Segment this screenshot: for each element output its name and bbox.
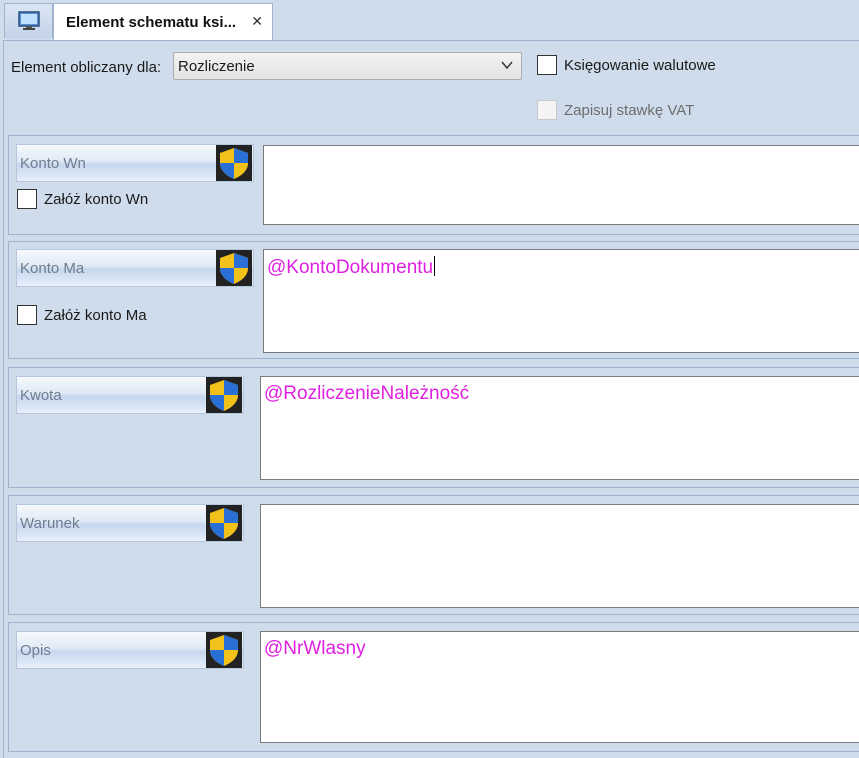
- computed-for-label: Element obliczany dla:: [11, 59, 162, 76]
- kwota-expression-text: @RozliczenieNależność: [264, 383, 470, 404]
- kwota-expression[interactable]: @RozliczenieNależność: [260, 376, 859, 480]
- tab-title: Element schematu ksi...: [66, 13, 237, 31]
- tab-element-schematu[interactable]: Element schematu ksi... ✕: [53, 3, 273, 40]
- currency-posting-checkbox[interactable]: [537, 55, 557, 75]
- shield-icon: [206, 505, 242, 541]
- shield-icon: [216, 145, 252, 181]
- shield-icon: [206, 377, 242, 413]
- opis-button[interactable]: Opis: [16, 631, 244, 669]
- konto-ma-panel: Konto Ma Załóż konto Ma @KontoDokumentu: [8, 241, 859, 359]
- konto-wn-expression[interactable]: [263, 145, 859, 225]
- shield-icon: [216, 250, 252, 286]
- konto-wn-label: Konto Wn: [20, 154, 86, 172]
- opis-panel: Opis @NrWlasny: [8, 622, 859, 752]
- create-konto-ma-checkbox[interactable]: [17, 305, 37, 325]
- computed-for-value: Rozliczenie: [178, 58, 255, 75]
- currency-posting-label: Księgowanie walutowe: [564, 57, 716, 74]
- konto-ma-expression-text: @KontoDokumentu: [267, 257, 434, 278]
- computed-for-select[interactable]: Rozliczenie: [173, 52, 522, 80]
- create-konto-wn-checkbox[interactable]: [17, 189, 37, 209]
- tab-home[interactable]: [4, 3, 53, 38]
- kwota-button[interactable]: Kwota: [16, 376, 244, 414]
- opis-expression-text: @NrWlasny: [264, 638, 366, 659]
- chevron-down-icon: [501, 61, 513, 70]
- create-konto-wn-label: Załóż konto Wn: [44, 191, 149, 208]
- konto-ma-label: Konto Ma: [20, 259, 85, 277]
- close-icon[interactable]: ✕: [251, 13, 263, 30]
- konto-wn-panel: Konto Wn Załóż konto Wn: [8, 135, 859, 235]
- konto-ma-expression[interactable]: @KontoDokumentu: [263, 249, 859, 353]
- create-konto-ma-label: Załóż konto Ma: [44, 307, 147, 324]
- warunek-label: Warunek: [20, 514, 80, 532]
- tab-strip: Element schematu ksi... ✕: [0, 0, 859, 40]
- warunek-expression[interactable]: [260, 504, 859, 608]
- save-vat-rate-checkbox: [537, 100, 557, 120]
- opis-label: Opis: [20, 641, 51, 659]
- warunek-button[interactable]: Warunek: [16, 504, 244, 542]
- opis-expression[interactable]: @NrWlasny: [260, 631, 859, 743]
- save-vat-rate-label: Zapisuj stawkę VAT: [564, 102, 695, 119]
- monitor-icon: [17, 11, 40, 30]
- text-cursor: [434, 256, 436, 276]
- kwota-panel: Kwota @RozliczenieNależność: [8, 367, 859, 488]
- warunek-panel: Warunek: [8, 495, 859, 615]
- shield-icon: [206, 632, 242, 668]
- kwota-label: Kwota: [20, 386, 62, 404]
- konto-ma-button[interactable]: Konto Ma: [16, 249, 254, 287]
- konto-wn-button[interactable]: Konto Wn: [16, 144, 254, 182]
